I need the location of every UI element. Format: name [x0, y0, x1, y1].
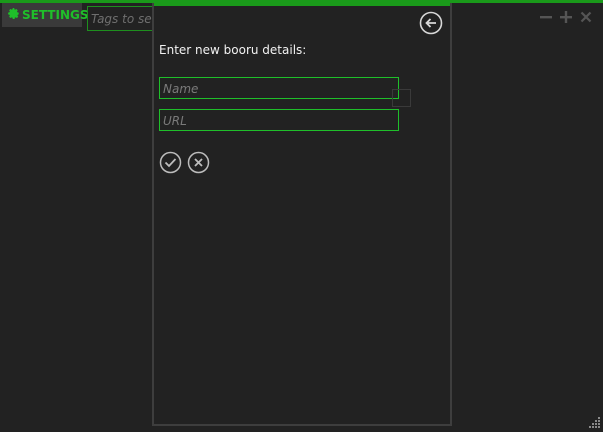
cancel-button[interactable] — [187, 151, 210, 174]
url-field[interactable] — [159, 109, 399, 131]
name-field[interactable] — [159, 77, 399, 99]
gear-icon — [7, 7, 20, 23]
field-overlay-handle — [392, 89, 411, 107]
resize-grip-icon[interactable] — [589, 413, 601, 428]
checkmark-icon — [159, 151, 182, 178]
window-controls — [539, 9, 593, 23]
close-icon[interactable] — [579, 9, 593, 23]
app-window: SETTINGS Enter — [0, 0, 603, 428]
settings-label: SETTINGS — [22, 8, 89, 22]
back-arrow-icon — [419, 11, 443, 39]
tag-search-box[interactable] — [87, 6, 157, 31]
plus-icon[interactable] — [559, 9, 573, 23]
x-icon — [187, 151, 210, 178]
name-input[interactable] — [160, 79, 398, 99]
url-input[interactable] — [160, 111, 398, 131]
add-booru-panel: Enter new booru details: — [152, 3, 452, 426]
confirm-button[interactable] — [159, 151, 182, 174]
tag-search-input[interactable] — [88, 7, 156, 30]
back-button[interactable] — [419, 11, 443, 35]
settings-button[interactable]: SETTINGS — [2, 3, 89, 27]
panel-accent-line — [154, 3, 450, 6]
dialog-title: Enter new booru details: — [159, 43, 307, 57]
minimize-icon[interactable] — [539, 9, 553, 23]
